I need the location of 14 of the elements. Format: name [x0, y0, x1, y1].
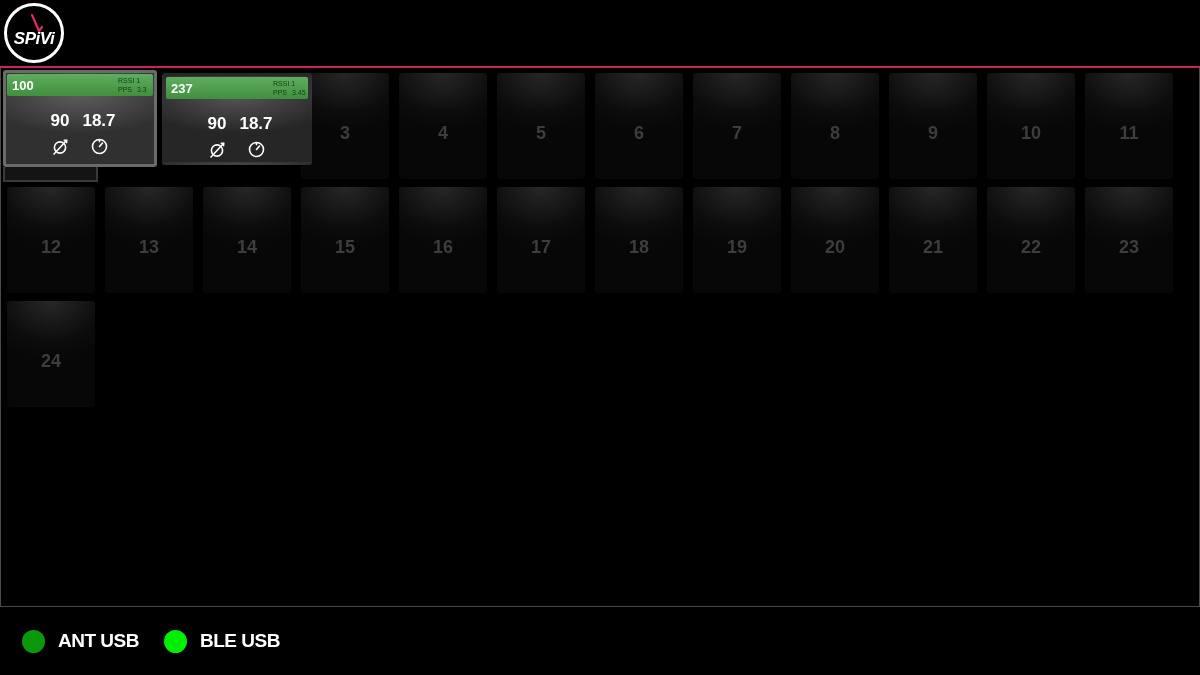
- status-label: BLE USB: [199, 628, 280, 653]
- device-id: 237: [171, 81, 193, 95]
- swoosh-icon: [31, 14, 43, 33]
- gauge-icon: [90, 138, 108, 155]
- cadence-value: 90: [50, 111, 70, 130]
- speed-value: 18.7: [82, 111, 116, 130]
- gauge-icon: [247, 141, 265, 158]
- logo-text: SPiVi: [13, 29, 55, 47]
- slashed-circle-icon: [208, 141, 226, 158]
- device-id: 100: [12, 78, 34, 92]
- status-label: ANT USB: [58, 628, 139, 653]
- cadence-value: 90: [207, 114, 227, 133]
- speed-value: 18.7: [239, 114, 273, 133]
- slashed-circle-icon: [51, 138, 69, 155]
